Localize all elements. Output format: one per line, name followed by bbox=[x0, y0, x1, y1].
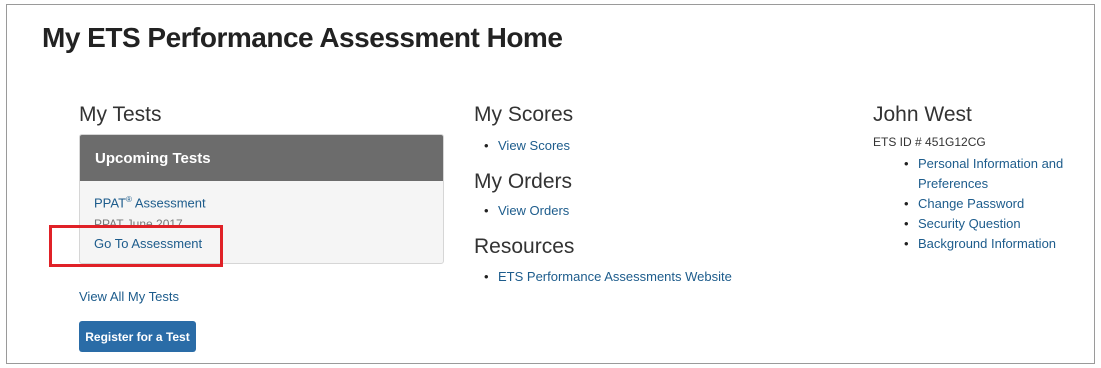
upcoming-tests-header: Upcoming Tests bbox=[80, 135, 443, 181]
background-info-link[interactable]: Background Information bbox=[918, 236, 1056, 251]
ets-id: ETS ID # 451G12CG bbox=[873, 135, 986, 149]
highlight-annotation-box bbox=[49, 225, 223, 267]
ets-website-link[interactable]: ETS Performance Assessments Website bbox=[498, 269, 732, 284]
profile-links-list: Personal Information and Preferences Cha… bbox=[904, 154, 1094, 254]
security-question-link[interactable]: Security Question bbox=[918, 216, 1021, 231]
test-name-text: PPAT bbox=[94, 195, 127, 211]
list-item: Background Information bbox=[904, 234, 1094, 254]
view-all-tests-link[interactable]: View All My Tests bbox=[79, 289, 179, 304]
personal-info-link[interactable]: Personal Information and Preferences bbox=[918, 156, 1063, 191]
my-scores-list: View Scores bbox=[484, 136, 570, 156]
page-title: My ETS Performance Assessment Home bbox=[42, 22, 563, 53]
profile-name: John West bbox=[873, 103, 972, 126]
my-tests-heading: My Tests bbox=[79, 103, 162, 126]
list-item: ETS Performance Assessments Website bbox=[484, 267, 732, 287]
my-orders-list: View Orders bbox=[484, 201, 569, 221]
view-orders-link[interactable]: View Orders bbox=[498, 203, 569, 218]
test-name-link[interactable]: PPAT® Assessment bbox=[94, 195, 206, 210]
list-item: Personal Information and Preferences bbox=[904, 154, 1094, 194]
test-name-suffix: Assessment bbox=[131, 195, 206, 211]
list-item: View Orders bbox=[484, 201, 569, 221]
resources-heading: Resources bbox=[474, 235, 575, 258]
change-password-link[interactable]: Change Password bbox=[918, 196, 1024, 211]
list-item: Change Password bbox=[904, 194, 1094, 214]
list-item: Security Question bbox=[904, 214, 1094, 234]
resources-list: ETS Performance Assessments Website bbox=[484, 267, 732, 287]
my-orders-heading: My Orders bbox=[474, 170, 573, 193]
my-scores-heading: My Scores bbox=[474, 103, 574, 126]
register-for-test-button[interactable]: Register for a Test bbox=[79, 321, 196, 352]
view-scores-link[interactable]: View Scores bbox=[498, 138, 570, 153]
list-item: View Scores bbox=[484, 136, 570, 156]
